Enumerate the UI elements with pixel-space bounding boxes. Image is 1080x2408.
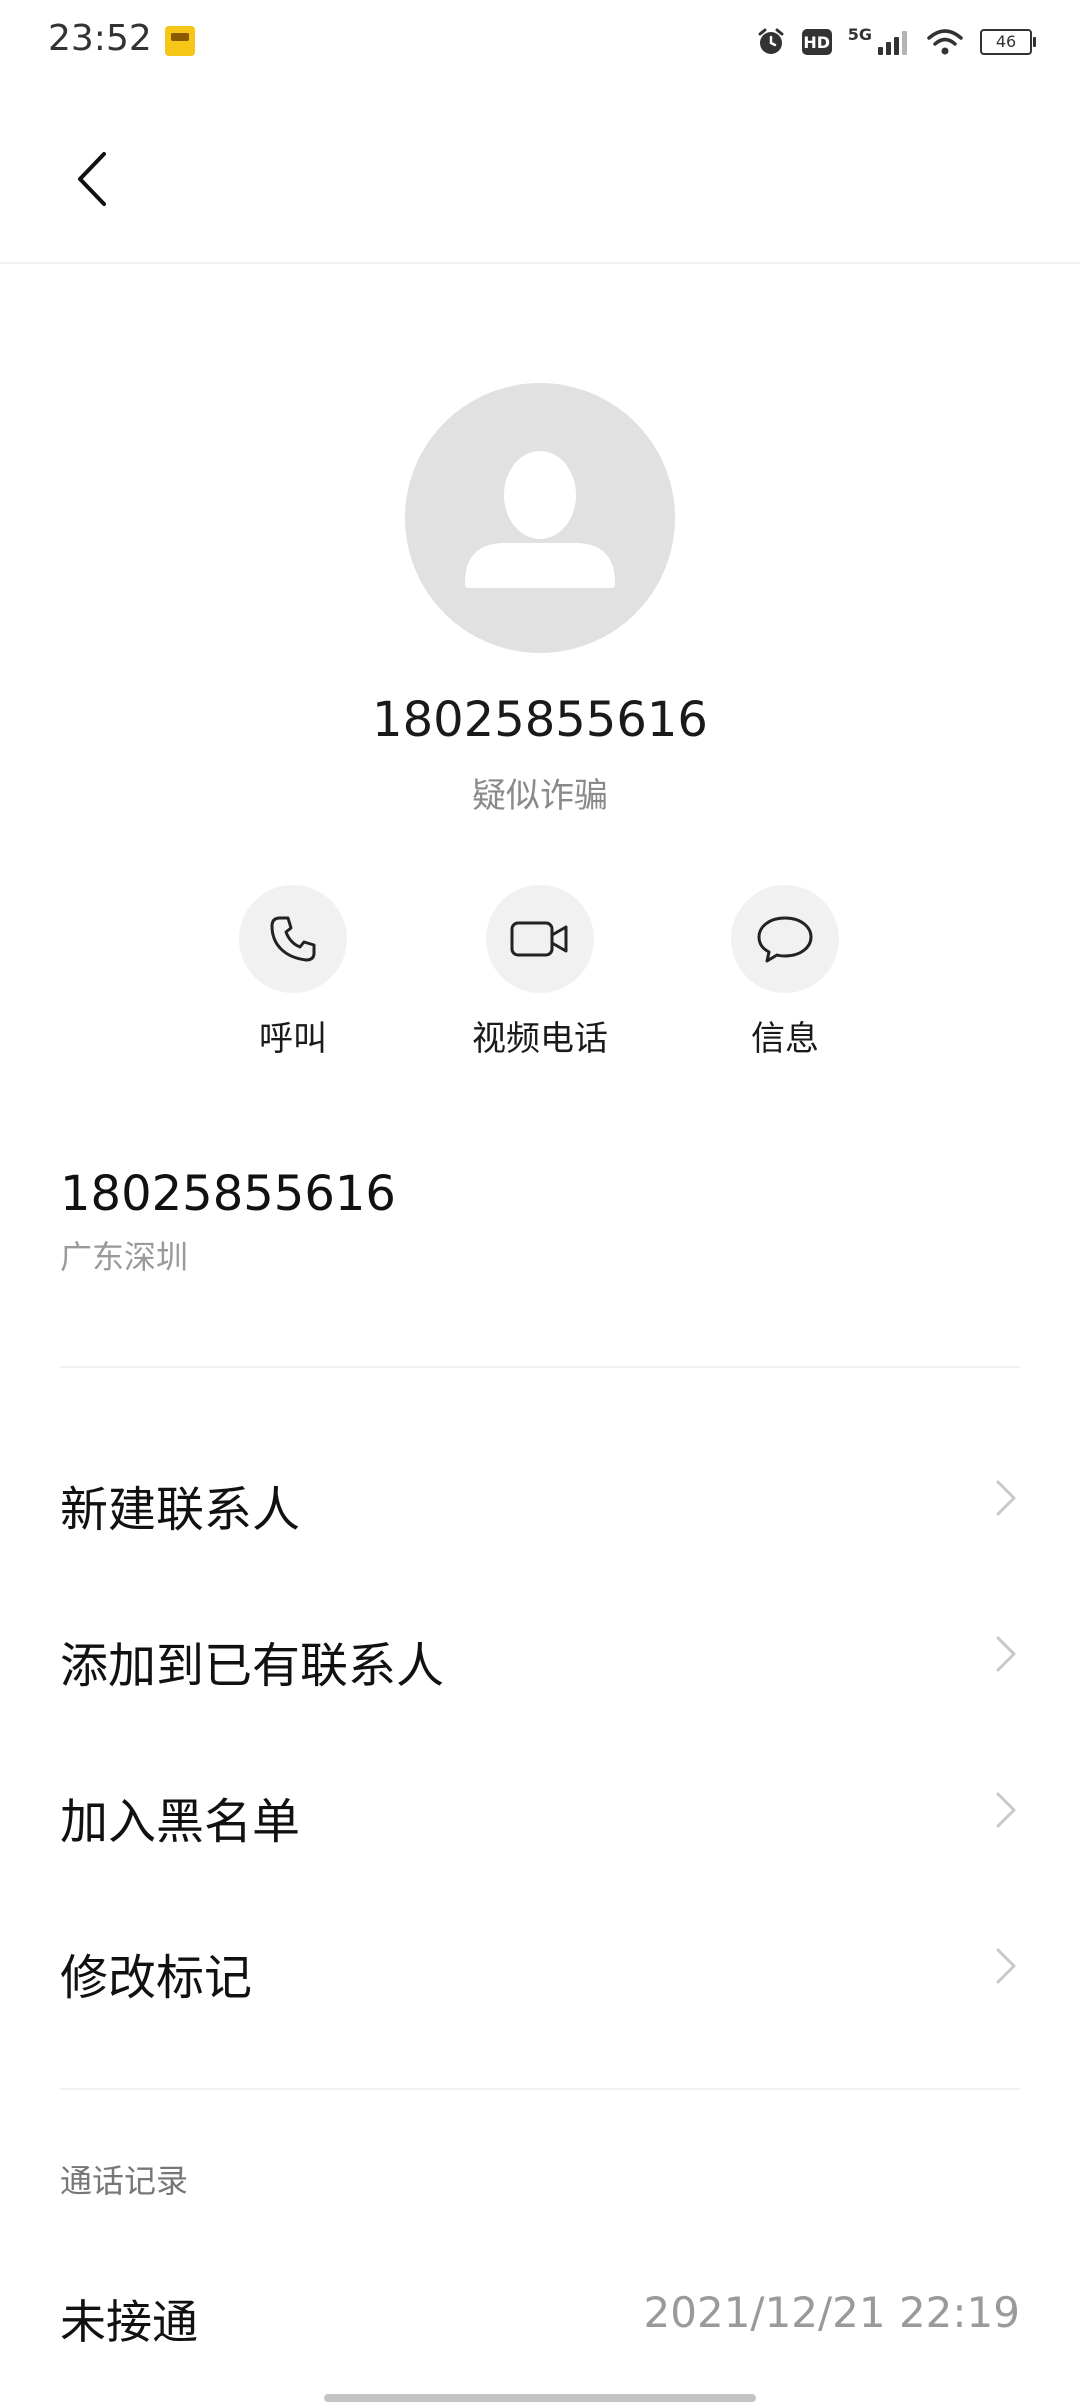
phone-icon	[270, 916, 316, 962]
video-call-action-label: 视频电话	[472, 1019, 608, 1059]
contact-tag-label: 疑似诈骗	[472, 776, 608, 816]
video-call-action-button[interactable]: 视频电话	[430, 885, 650, 1060]
call-log-status[interactable]: 未接通	[60, 2286, 198, 2352]
add-to-existing-contact-item[interactable]: 添加到已有联系人	[60, 1592, 1020, 1712]
avatar	[405, 383, 675, 653]
hd-icon: HD	[801, 29, 832, 55]
message-bubble-icon	[757, 916, 813, 963]
edit-mark-label: 修改标记	[60, 1950, 253, 2006]
call-action-label: 呼叫	[259, 1019, 327, 1059]
message-action-circle	[731, 885, 839, 993]
signal-icon	[878, 31, 907, 55]
status-time: 23:52	[48, 18, 152, 59]
add-to-existing-contact-label: 添加到已有联系人	[60, 1638, 445, 1694]
call-action-button[interactable]: 呼叫	[183, 885, 403, 1060]
chevron-right-icon	[996, 1480, 1016, 1516]
call-action-circle	[239, 885, 347, 993]
phone-number-entry[interactable]: 18025855616	[60, 1166, 396, 1222]
alarm-icon	[758, 28, 784, 54]
message-action-label: 信息	[751, 1019, 819, 1059]
message-action-button[interactable]: 信息	[675, 885, 895, 1060]
network-type-label: 5G	[847, 24, 872, 44]
home-indicator[interactable]	[324, 2394, 756, 2402]
notification-app-icon	[165, 26, 195, 56]
section-divider	[60, 1366, 1020, 1368]
status-icons: HD 5G 46	[756, 24, 1036, 60]
status-bar: 23:52 HD 5G 46	[0, 0, 1080, 84]
call-log-title: 通话记录	[60, 2162, 189, 2200]
edit-mark-item[interactable]: 修改标记	[60, 1904, 1020, 2024]
call-log-time: 2021/12/21 22:19	[643, 2288, 1020, 2337]
video-call-action-circle	[486, 885, 594, 993]
new-contact-item[interactable]: 新建联系人	[60, 1436, 1020, 1556]
battery-icon: 46	[980, 29, 1036, 55]
phone-number-region: 广东深圳	[60, 1238, 189, 1276]
add-to-blacklist-item[interactable]: 加入黑名单	[60, 1748, 1020, 1868]
back-button[interactable]	[60, 144, 130, 214]
wifi-icon	[927, 29, 963, 55]
section-divider	[60, 2088, 1020, 2090]
chevron-right-icon	[996, 1636, 1016, 1672]
header-bar	[0, 84, 1080, 264]
new-contact-label: 新建联系人	[60, 1482, 301, 1538]
chevron-right-icon	[996, 1948, 1016, 1984]
back-arrow-icon	[78, 152, 106, 206]
chevron-right-icon	[996, 1792, 1016, 1828]
contact-detail-screen: 23:52 HD 5G 46 18025855616 疑似诈骗 呼叫 视频电话 …	[0, 0, 1080, 2408]
contact-number-title: 18025855616	[372, 692, 708, 748]
add-to-blacklist-label: 加入黑名单	[60, 1794, 301, 1850]
person-silhouette-icon	[465, 451, 615, 588]
video-camera-icon	[510, 921, 568, 957]
